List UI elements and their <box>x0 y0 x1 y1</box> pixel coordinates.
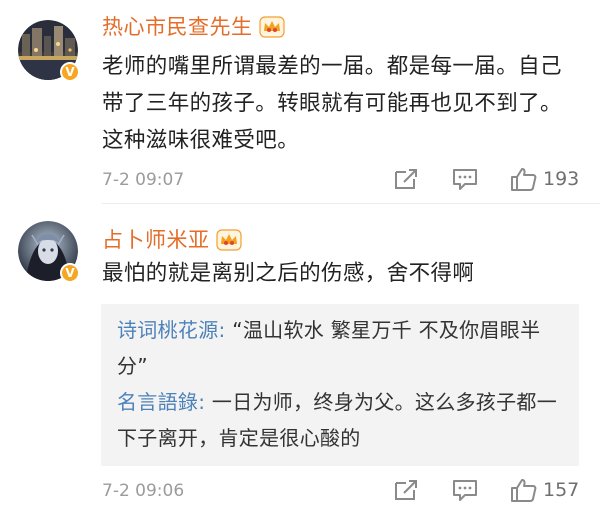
comment-meta: 7-2 09:07 193 <box>102 164 582 194</box>
reply-username[interactable]: 名言語錄: <box>117 390 205 414</box>
like-count: 157 <box>543 479 580 501</box>
comment-icon[interactable] <box>451 166 479 192</box>
comment-item: V 占卜师米亚 最怕的就是离别之后的伤感，舍不得啊 诗词桃花源: “温山软水 繁… <box>0 207 600 510</box>
like-count: 193 <box>543 168 580 190</box>
comment-icon[interactable] <box>451 477 479 503</box>
verified-badge-icon: V <box>60 62 80 82</box>
thumbs-up-icon[interactable] <box>510 166 538 192</box>
verified-badge-icon: V <box>60 263 80 283</box>
comment-list: V 热心市民查先生 老师的嘴里所谓最差的一届。都是每一届。自己带了三年的孩子。转… <box>0 0 600 510</box>
vip-crown-icon[interactable] <box>258 16 285 38</box>
share-icon[interactable] <box>392 166 420 192</box>
comment-text: 老师的嘴里所谓最差的一届。都是每一届。自己带了三年的孩子。转眼就有可能再也见不到… <box>102 54 562 153</box>
timestamp: 7-2 09:06 <box>102 481 185 501</box>
avatar-container[interactable]: V <box>18 221 80 283</box>
username-link[interactable]: 占卜师米亚 <box>102 225 210 255</box>
reply-username[interactable]: 诗词桃花源: <box>117 318 226 342</box>
timestamp: 7-2 09:07 <box>102 170 185 190</box>
replies-box[interactable]: 诗词桃花源: “温山软水 繁星万千 不及你眉眼半分” 名言語錄: 一日为师，终身… <box>101 304 579 466</box>
avatar-container[interactable]: V <box>18 20 80 82</box>
divider <box>102 203 600 204</box>
comment-text: 最怕的就是离别之后的伤感，舍不得啊 <box>102 261 475 286</box>
share-icon[interactable] <box>392 477 420 503</box>
comment-item: V 热心市民查先生 老师的嘴里所谓最差的一届。都是每一届。自己带了三年的孩子。转… <box>0 0 600 204</box>
reply-item[interactable]: 诗词桃花源: “温山软水 繁星万千 不及你眉眼半分” <box>117 312 563 384</box>
thumbs-up-icon[interactable] <box>510 477 538 503</box>
user-row: 占卜师米亚 <box>102 225 242 255</box>
comment-meta: 7-2 09:06 157 <box>102 475 582 505</box>
username-link[interactable]: 热心市民查先生 <box>102 12 253 42</box>
reply-item[interactable]: 名言語錄: 一日为师，终身为父。这么多孩子都一下子离开，肯定是很心酸的 <box>117 384 563 456</box>
vip-crown-icon[interactable] <box>215 229 242 251</box>
user-row: 热心市民查先生 <box>102 12 285 42</box>
